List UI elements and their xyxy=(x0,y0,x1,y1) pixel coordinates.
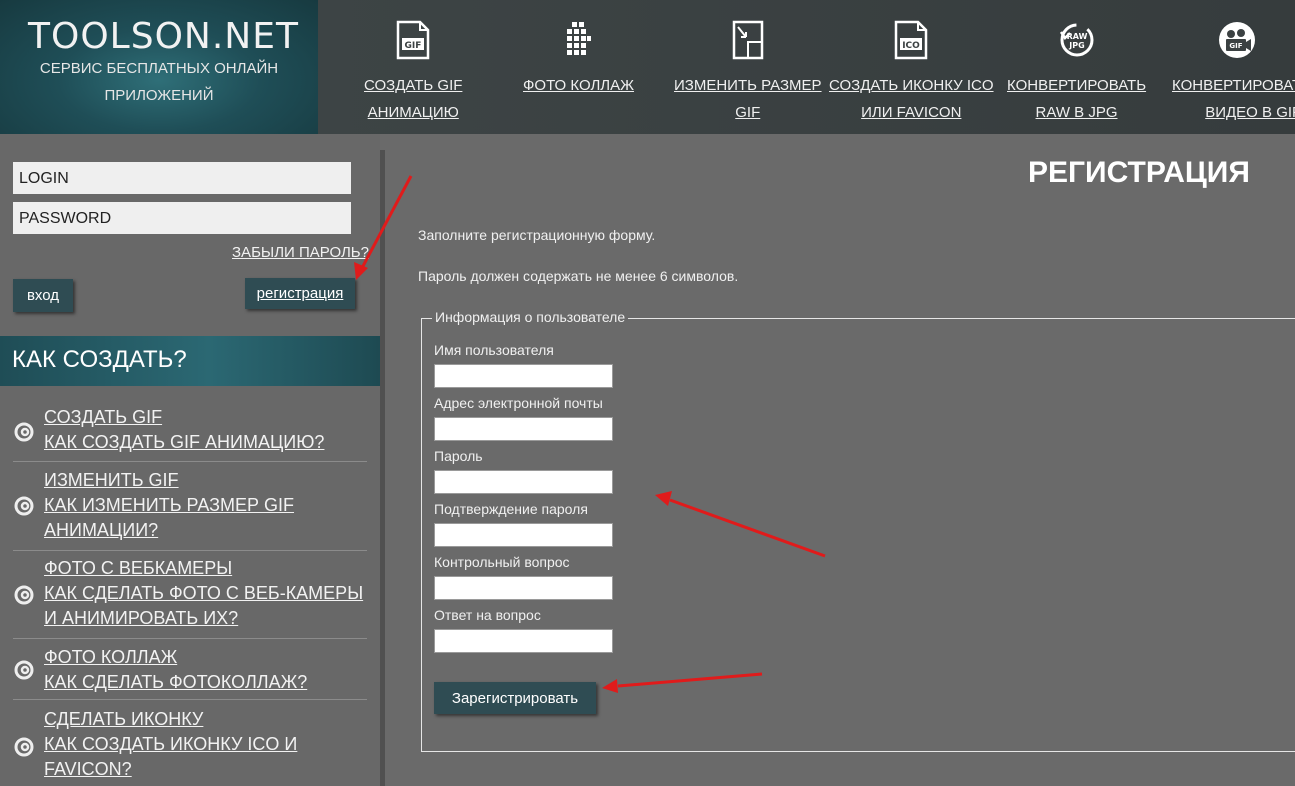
nav-label: КОНВЕРТИРОВАТЬ xyxy=(1007,77,1147,94)
email-input[interactable] xyxy=(434,417,613,441)
forgot-password-link[interactable]: ЗАБЫЛИ ПАРОЛЬ? xyxy=(232,244,369,261)
guide-subtitle[interactable]: АНИМАЦИИ? xyxy=(44,518,294,543)
spiral-icon xyxy=(14,422,34,442)
nav-label: RAW В JPG xyxy=(1035,104,1118,121)
guide-title[interactable]: ФОТО С ВЕБКАМЕРЫ xyxy=(44,556,363,581)
list-item[interactable]: ФОТО КОЛЛАЖ КАК СДЕЛАТЬ ФОТОКОЛЛАЖ? xyxy=(13,639,367,700)
nav-label: СОЗДАТЬ GIF xyxy=(364,77,463,94)
site-header: TOOLSON.NET СЕРВИС БЕСПЛАТНЫХ ОНЛАЙН ПРИ… xyxy=(0,0,1295,134)
sidebar-divider xyxy=(380,150,385,786)
login-input[interactable]: LOGIN xyxy=(13,162,351,194)
password-input[interactable]: PASSWORD xyxy=(13,202,351,234)
submit-register-button[interactable]: Зарегистрировать xyxy=(434,682,596,714)
top-nav: GIF СОЗДАТЬ GIF АНИМАЦИЮ ФОТО КОЛЛАЖ ИЗМ… xyxy=(318,0,1295,134)
svg-text:GIF: GIF xyxy=(405,41,422,51)
guide-title[interactable]: ФОТО КОЛЛАЖ xyxy=(44,645,307,670)
guide-title[interactable]: СОЗДАТЬ GIF xyxy=(44,405,324,430)
security-question-label: Контрольный вопрос xyxy=(434,554,570,570)
logo[interactable]: TOOLSON.NET СЕРВИС БЕСПЛАТНЫХ ОНЛАЙН ПРИ… xyxy=(0,0,318,134)
password-field[interactable] xyxy=(434,470,613,494)
logo-subtitle: ПРИЛОЖЕНИЙ xyxy=(104,87,214,104)
security-answer-label: Ответ на вопрос xyxy=(434,607,541,623)
ico-file-icon: ICO xyxy=(891,20,931,60)
security-question-input[interactable] xyxy=(434,576,613,600)
fieldset-legend: Информация о пользователе xyxy=(432,309,629,325)
guide-subtitle[interactable]: И АНИМИРОВАТЬ ИХ? xyxy=(44,606,363,631)
guide-subtitle[interactable]: КАК СДЕЛАТЬ ФОТО С ВЕБ-КАМЕРЫ xyxy=(44,581,363,606)
username-input[interactable] xyxy=(434,364,613,388)
list-item[interactable]: ФОТО С ВЕБКАМЕРЫ КАК СДЕЛАТЬ ФОТО С ВЕБ-… xyxy=(13,551,367,639)
svg-text:ICO: ICO xyxy=(902,41,920,51)
raw-to-jpg-icon: RAW JPG xyxy=(1057,20,1097,60)
register-button[interactable]: регистрация xyxy=(245,278,355,309)
nav-label: КОНВЕРТИРОВАТ xyxy=(1172,77,1295,94)
nav-label: ИЛИ FAVICON xyxy=(861,104,962,121)
guide-subtitle[interactable]: КАК СОЗДАТЬ ИКОНКУ ICO И xyxy=(44,732,297,757)
svg-text:RAW: RAW xyxy=(1066,32,1087,41)
guide-subtitle[interactable]: FAVICON? xyxy=(44,757,297,782)
spiral-icon xyxy=(14,660,34,680)
username-label: Имя пользователя xyxy=(434,342,554,358)
list-item[interactable]: СДЕЛАТЬ ИКОНКУ КАК СОЗДАТЬ ИКОНКУ ICO И … xyxy=(13,700,367,786)
security-answer-input[interactable] xyxy=(434,629,613,653)
password-confirm-input[interactable] xyxy=(434,523,613,547)
password-label: Пароль xyxy=(434,448,483,464)
password-hint: Пароль должен содержать не менее 6 симво… xyxy=(418,268,739,284)
logo-subtitle: СЕРВИС БЕСПЛАТНЫХ ОНЛАЙН xyxy=(39,60,279,77)
nav-item-create-gif[interactable]: GIF СОЗДАТЬ GIF АНИМАЦИЮ xyxy=(364,20,462,126)
video-to-gif-icon: GIF xyxy=(1217,20,1257,60)
password-confirm-label: Подтверждение пароля xyxy=(434,501,588,517)
guide-title[interactable]: ИЗМЕНИТЬ GIF xyxy=(44,468,294,493)
svg-text:JPG: JPG xyxy=(1068,41,1084,50)
nav-item-video-to-gif[interactable]: GIF КОНВЕРТИРОВАТ ВИДЕО В GIF xyxy=(1172,20,1295,126)
guide-title[interactable]: СДЕЛАТЬ ИКОНКУ xyxy=(44,707,297,732)
nav-item-photo-collage[interactable]: ФОТО КОЛЛАЖ xyxy=(523,20,634,99)
svg-text:GIF: GIF xyxy=(1229,42,1242,50)
nav-item-resize-gif[interactable]: ИЗМЕНИТЬ РАЗМЕР GIF xyxy=(674,20,822,126)
email-label: Адрес электронной почты xyxy=(434,395,603,411)
page-title: РЕГИСТРАЦИЯ xyxy=(1028,156,1250,189)
nav-item-create-ico[interactable]: ICO СОЗДАТЬ ИКОНКУ ICO ИЛИ FAVICON xyxy=(829,20,994,126)
form-intro: Заполните регистрационную форму. xyxy=(418,227,656,243)
nav-label: АНИМАЦИЮ xyxy=(367,104,459,121)
guide-subtitle[interactable]: КАК СДЕЛАТЬ ФОТОКОЛЛАЖ? xyxy=(44,670,307,695)
guide-subtitle[interactable]: КАК ИЗМЕНИТЬ РАЗМЕР GIF xyxy=(44,493,294,518)
spiral-icon xyxy=(14,737,34,757)
guide-subtitle[interactable]: КАК СОЗДАТЬ GIF АНИМАЦИЮ? xyxy=(44,430,324,455)
login-button[interactable]: вход xyxy=(13,279,73,312)
nav-label: ИЗМЕНИТЬ РАЗМЕР xyxy=(674,77,822,94)
resize-icon xyxy=(728,20,768,60)
sidebar: LOGIN PASSWORD ЗАБЫЛИ ПАРОЛЬ? вход регис… xyxy=(0,134,380,786)
collage-grid-icon xyxy=(559,20,599,60)
spiral-icon xyxy=(14,585,34,605)
list-item[interactable]: ИЗМЕНИТЬ GIF КАК ИЗМЕНИТЬ РАЗМЕР GIF АНИ… xyxy=(13,462,367,551)
howto-header: КАК СОЗДАТЬ? xyxy=(0,336,380,386)
nav-item-raw-to-jpg[interactable]: RAW JPG КОНВЕРТИРОВАТЬ RAW В JPG xyxy=(1007,20,1146,126)
list-item[interactable]: СОЗДАТЬ GIF КАК СОЗДАТЬ GIF АНИМАЦИЮ? xyxy=(13,402,367,462)
spiral-icon xyxy=(14,496,34,516)
logo-title: TOOLSON.NET xyxy=(28,16,299,57)
nav-label: GIF xyxy=(735,104,761,121)
nav-label: ФОТО КОЛЛАЖ xyxy=(523,77,635,94)
nav-label: СОЗДАТЬ ИКОНКУ ICO xyxy=(829,77,994,94)
gif-file-icon: GIF xyxy=(393,20,433,60)
nav-label: ВИДЕО В GIF xyxy=(1205,104,1295,121)
